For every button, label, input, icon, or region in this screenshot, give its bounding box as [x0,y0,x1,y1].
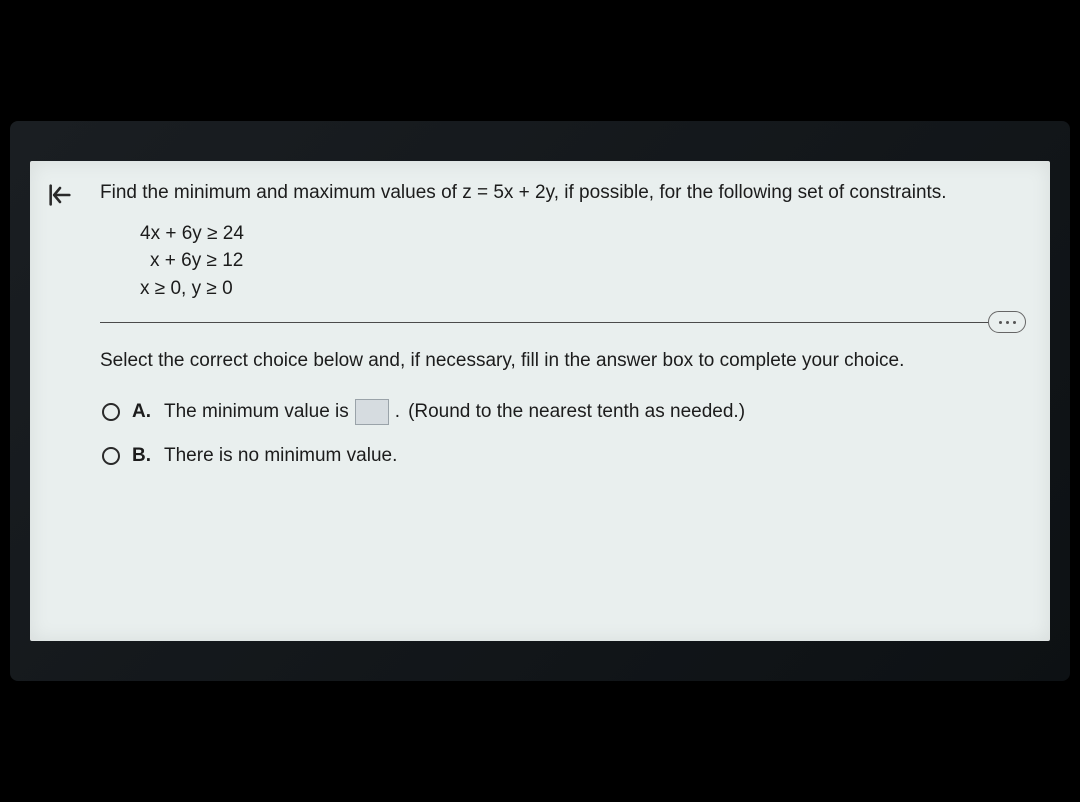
photo-frame: Find the minimum and maximum values of z… [10,121,1070,681]
ellipsis-icon [1006,321,1009,324]
answer-input-a[interactable] [355,399,389,425]
choice-list: A. The minimum value is . (Round to the … [100,398,1020,471]
question-content: Find the minimum and maximum values of z… [90,161,1050,641]
ellipsis-icon [1013,321,1016,324]
choice-a-row: A. The minimum value is . (Round to the … [102,398,1020,427]
choice-a-before: The minimum value is [164,398,349,427]
question-screen: Find the minimum and maximum values of z… [30,161,1050,641]
constraint-line: 4x + 6y ≥ 24 [140,220,1020,248]
more-options-button[interactable] [988,311,1026,333]
constraints-block: 4x + 6y ≥ 24 x + 6y ≥ 12 x ≥ 0, y ≥ 0 [140,220,1020,303]
section-divider [100,322,1020,323]
choice-b-letter: B. [132,442,152,471]
constraint-line: x + 6y ≥ 12 [140,247,1020,275]
collapse-left-button[interactable] [44,179,76,211]
problem-statement: Find the minimum and maximum values of z… [100,179,1020,208]
radio-choice-b[interactable] [102,447,120,465]
choice-a-after: . [395,398,400,427]
answer-instruction: Select the correct choice below and, if … [100,347,1020,376]
choice-a-letter: A. [132,398,152,427]
constraint-line: x ≥ 0, y ≥ 0 [140,275,1020,303]
choice-b-row: B. There is no minimum value. [102,442,1020,471]
radio-choice-a[interactable] [102,403,120,421]
choice-a-text: The minimum value is . (Round to the nea… [164,398,745,427]
choice-b-text: There is no minimum value. [164,442,397,471]
choice-a-hint: (Round to the nearest tenth as needed.) [408,398,745,427]
ellipsis-icon [999,321,1002,324]
left-column [30,161,90,641]
arrow-left-bar-icon [46,181,74,209]
divider-wrap [100,322,1020,323]
